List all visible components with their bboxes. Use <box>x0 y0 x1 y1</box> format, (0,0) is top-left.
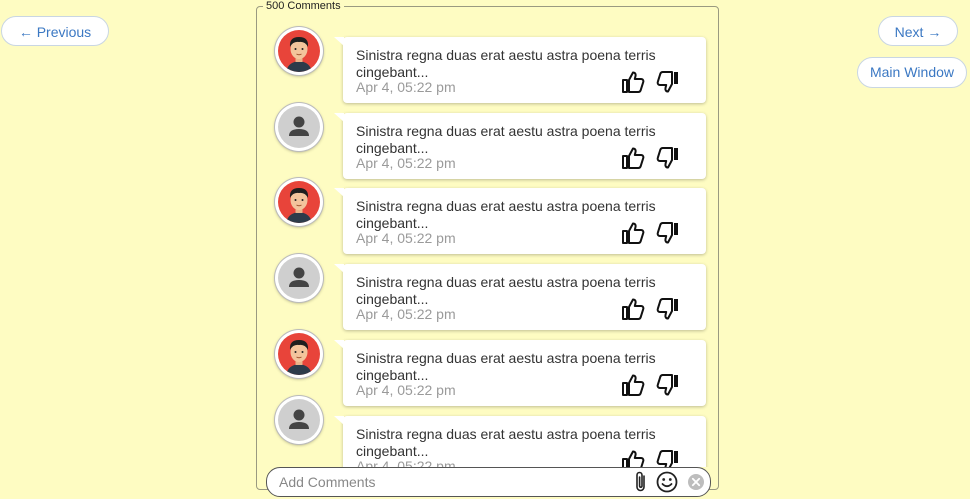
default-user-avatar <box>275 103 323 151</box>
add-comment-input[interactable] <box>279 473 624 491</box>
thumbs-down-icon[interactable] <box>655 372 681 398</box>
comment-item: Sinistra regna duas erat aestu astra poe… <box>257 178 720 254</box>
thumbs-up-icon[interactable] <box>620 220 646 246</box>
comment-timestamp: Apr 4, 05:22 pm <box>356 230 456 246</box>
comment-item: Sinistra regna duas erat aestu astra poe… <box>257 330 720 406</box>
comments-panel: 500 Comments Sinistra regna duas erat ae… <box>256 0 720 497</box>
comment-bubble: Sinistra regna duas erat aestu astra poe… <box>334 113 706 179</box>
comment-item: Sinistra regna duas erat aestu astra poe… <box>257 103 720 179</box>
thumbs-down-icon[interactable] <box>655 145 681 171</box>
comment-timestamp: Apr 4, 05:22 pm <box>356 79 456 95</box>
comment-bubble: Sinistra regna duas erat aestu astra poe… <box>334 37 706 103</box>
comment-list[interactable]: Sinistra regna duas erat aestu astra poe… <box>257 12 720 467</box>
user-face-avatar <box>275 27 323 75</box>
next-button[interactable]: Next → <box>878 16 958 46</box>
comment-bubble: Sinistra regna duas erat aestu astra poe… <box>334 188 706 254</box>
add-comment-bar <box>266 467 711 497</box>
default-user-avatar <box>275 254 323 302</box>
thumbs-up-icon[interactable] <box>620 372 646 398</box>
thumbs-up-icon[interactable] <box>620 69 646 95</box>
user-face-avatar <box>275 178 323 226</box>
thumbs-down-icon[interactable] <box>655 69 681 95</box>
thumbs-down-icon[interactable] <box>655 296 681 322</box>
comment-timestamp: Apr 4, 05:22 pm <box>356 458 456 467</box>
main-window-button[interactable]: Main Window <box>857 57 967 88</box>
thumbs-down-icon[interactable] <box>655 448 681 467</box>
thumbs-up-icon[interactable] <box>620 448 646 467</box>
comment-bubble: Sinistra regna duas erat aestu astra poe… <box>334 416 706 467</box>
comment-item: Sinistra regna duas erat aestu astra poe… <box>257 396 720 467</box>
comment-item: Sinistra regna duas erat aestu astra poe… <box>257 27 720 103</box>
previous-button[interactable]: ← Previous <box>1 16 109 46</box>
comments-count-legend: 500 Comments <box>266 0 341 12</box>
comment-bubble: Sinistra regna duas erat aestu astra poe… <box>334 264 706 330</box>
comment-timestamp: Apr 4, 05:22 pm <box>356 155 456 171</box>
default-user-avatar <box>275 396 323 444</box>
thumbs-up-icon[interactable] <box>620 296 646 322</box>
comment-item: Sinistra regna duas erat aestu astra poe… <box>257 254 720 330</box>
clear-icon[interactable] <box>687 473 705 496</box>
user-face-avatar <box>275 330 323 378</box>
thumbs-down-icon[interactable] <box>655 220 681 246</box>
comment-timestamp: Apr 4, 05:22 pm <box>356 306 456 322</box>
thumbs-up-icon[interactable] <box>620 145 646 171</box>
